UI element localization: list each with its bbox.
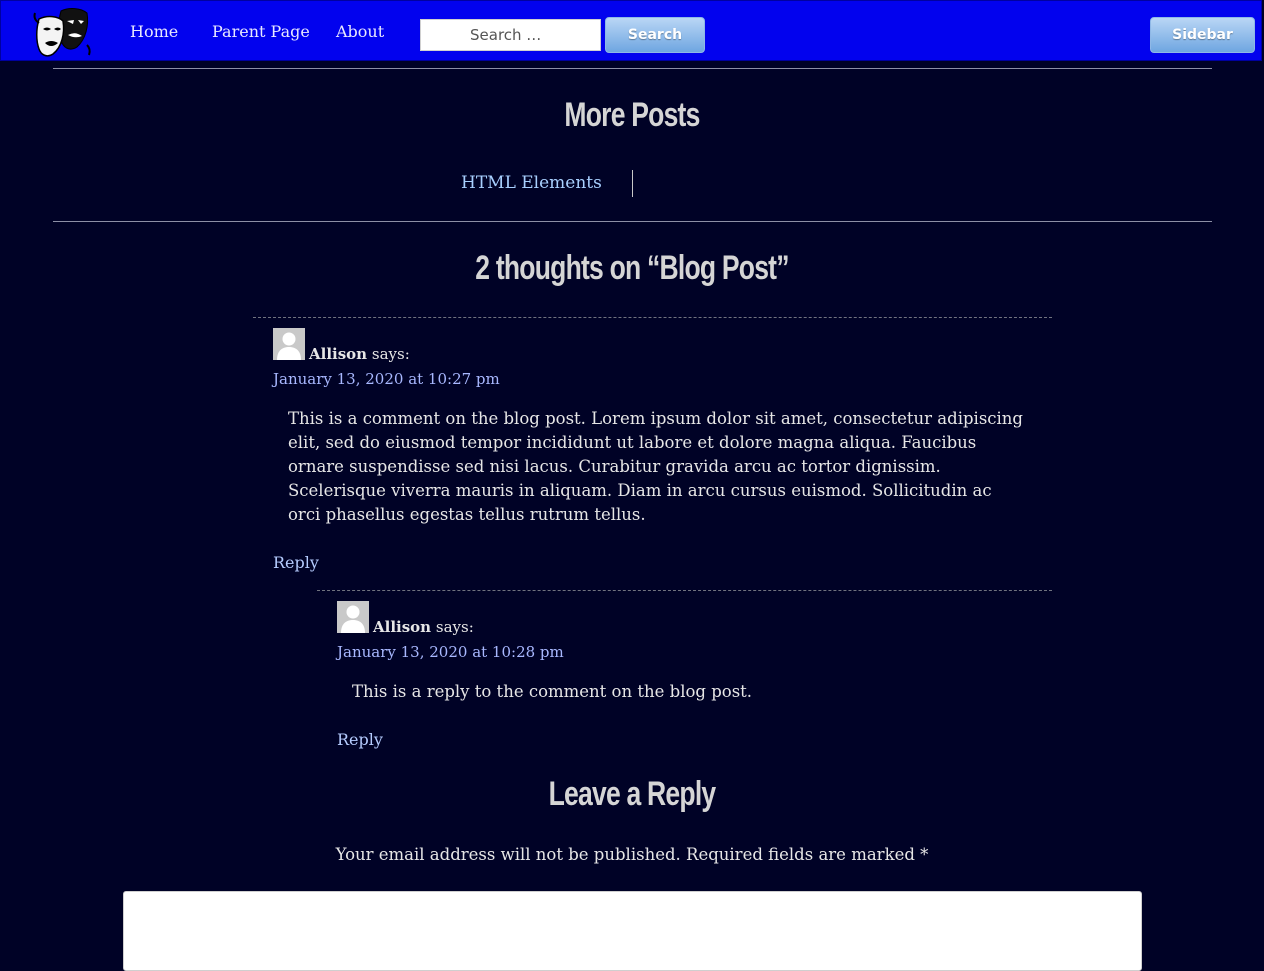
top-navigation-bar: Home Parent Page About Search Sidebar bbox=[0, 0, 1262, 61]
nav-parent-page-link[interactable]: Parent Page bbox=[212, 22, 310, 41]
comment-author: Allison says: bbox=[309, 345, 410, 363]
comment-body: This is a reply to the comment on the bl… bbox=[352, 682, 753, 701]
comment-date-link[interactable]: January 13, 2020 at 10:28 pm bbox=[337, 643, 564, 661]
leave-reply-heading: Leave a Reply bbox=[548, 775, 717, 813]
avatar-icon bbox=[273, 328, 305, 360]
comment-notes: Your email address will not be published… bbox=[335, 845, 929, 864]
comments-heading: 2 thoughts on “Blog Post” bbox=[475, 249, 789, 287]
more-posts-heading: More Posts bbox=[564, 96, 700, 134]
avatar-icon bbox=[337, 601, 369, 633]
more-posts-link[interactable]: HTML Elements bbox=[461, 173, 602, 193]
theater-masks-logo-icon[interactable] bbox=[31, 5, 93, 59]
sidebar-toggle-button[interactable]: Sidebar bbox=[1150, 17, 1255, 53]
comment-separator bbox=[253, 317, 1052, 318]
top-divider bbox=[53, 68, 1212, 69]
comment-reply-link[interactable]: Reply bbox=[273, 553, 319, 572]
comment-author-name[interactable]: Allison bbox=[309, 345, 367, 363]
comment-textarea[interactable] bbox=[123, 891, 1142, 971]
comment-author-name[interactable]: Allison bbox=[373, 618, 431, 636]
nav-about-link[interactable]: About bbox=[336, 22, 384, 41]
comment-date-link[interactable]: January 13, 2020 at 10:27 pm bbox=[273, 370, 500, 388]
comment-says-label: says: bbox=[435, 618, 474, 636]
comment-body: This is a comment on the blog post. Lore… bbox=[288, 409, 1023, 524]
post-nav-divider bbox=[632, 170, 633, 197]
comments-divider bbox=[53, 221, 1212, 222]
comment-reply-link[interactable]: Reply bbox=[337, 730, 383, 749]
comment-says-label: says: bbox=[371, 345, 410, 363]
comment-separator bbox=[317, 590, 1052, 591]
nav-home-link[interactable]: Home bbox=[130, 22, 178, 41]
comment-author: Allison says: bbox=[373, 618, 474, 636]
search-button[interactable]: Search bbox=[605, 17, 705, 53]
search-input[interactable] bbox=[420, 19, 601, 51]
